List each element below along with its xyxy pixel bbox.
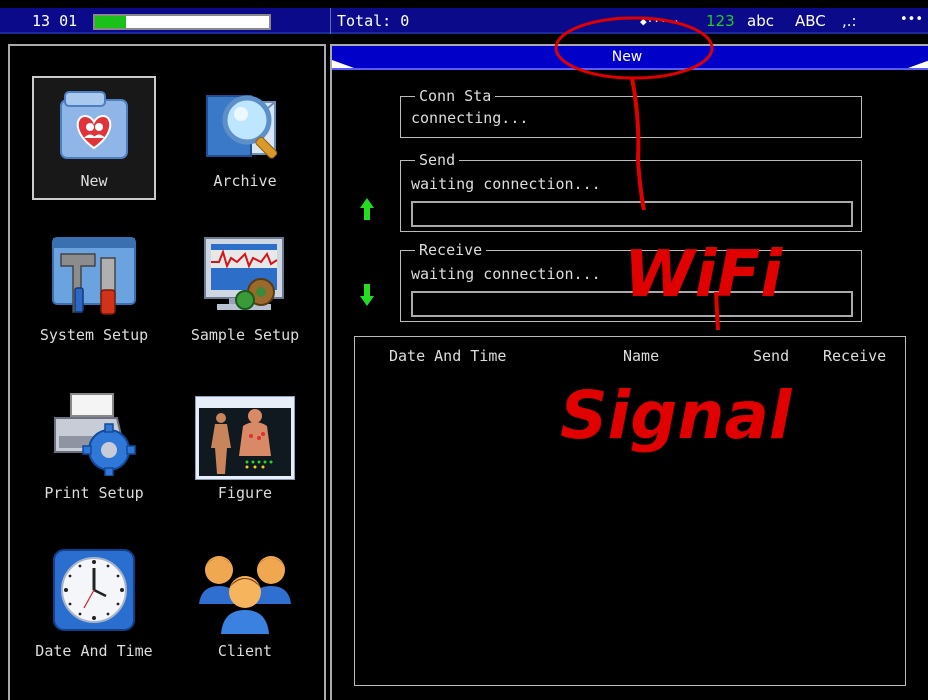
status-divider: [330, 8, 331, 34]
more-icon[interactable]: •••: [900, 12, 923, 27]
menu-item-label: Archive: [213, 172, 277, 190]
menu-item-new[interactable]: New: [24, 82, 164, 192]
menu-item-label: Print Setup: [44, 484, 144, 502]
printer-gear-icon: [51, 392, 137, 480]
title-corner-right: [908, 60, 928, 68]
status-bar: 13 01 Total: 0 ◆····· 123 abc ABC ,.: ••…: [0, 0, 928, 40]
menu-item-client[interactable]: Client: [175, 546, 315, 666]
clock-icon: [52, 548, 136, 636]
battery-fill: [95, 16, 127, 28]
receive-arrow-icon: [360, 284, 374, 306]
input-mode-ABC[interactable]: ABC: [795, 12, 826, 30]
menu-item-label: Figure: [217, 484, 273, 502]
column-header-name: Name: [623, 347, 660, 365]
main-menu-panel: New Archive System Setup Sample Setup Pr…: [8, 44, 326, 700]
clock-text: 13 01: [32, 12, 78, 30]
total-count: Total: 0: [337, 12, 410, 30]
battery-indicator: [93, 14, 271, 30]
panel-title: New: [611, 49, 643, 65]
users-group-icon: [197, 546, 293, 640]
receive-legend: Receive: [415, 241, 487, 259]
connection-panel: New Conn Sta connecting... Send waiting …: [330, 44, 928, 700]
receive-group: Receive waiting connection...: [400, 241, 862, 322]
menu-item-label: Client: [217, 642, 273, 660]
menu-item-label: System Setup: [39, 326, 149, 344]
connection-status-value: connecting...: [411, 109, 529, 127]
menu-item-date-and-time[interactable]: Date And Time: [24, 546, 164, 666]
send-legend: Send: [415, 151, 460, 169]
input-mode-123[interactable]: 123: [706, 12, 735, 30]
sample-setup-monitor-icon: [201, 236, 289, 322]
wifi-signal-icon: ◆·····: [640, 15, 680, 28]
menu-item-figure[interactable]: Figure: [175, 392, 315, 502]
receive-progress-bar: [411, 291, 853, 317]
send-status-value: waiting connection...: [411, 175, 601, 193]
receive-status-value: waiting connection...: [411, 265, 601, 283]
menu-item-archive[interactable]: Archive: [175, 82, 315, 192]
send-group: Send waiting connection...: [400, 151, 862, 232]
archive-search-icon: [203, 84, 287, 170]
input-mode-punct[interactable]: ,.:: [842, 12, 857, 30]
menu-item-sample-setup[interactable]: Sample Setup: [175, 234, 315, 344]
new-record-icon: [55, 86, 133, 168]
transfer-log-table: Date And Time Name Send Receive: [354, 336, 906, 686]
body-figure-icon: [194, 395, 296, 484]
menu-item-print-setup[interactable]: Print Setup: [24, 392, 164, 502]
menu-item-label: Date And Time: [35, 642, 153, 660]
panel-title-bar: New: [332, 46, 928, 70]
connection-status-legend: Conn Sta: [415, 87, 496, 105]
input-mode-abc[interactable]: abc: [747, 12, 774, 30]
menu-item-label: New: [80, 172, 108, 190]
column-header-send: Send: [753, 347, 790, 365]
send-progress-bar: [411, 201, 853, 227]
column-header-receive: Receive: [823, 347, 887, 365]
menu-item-label: Sample Setup: [190, 326, 300, 344]
system-setup-tools-icon: [51, 236, 137, 320]
column-header-date-and-time: Date And Time: [389, 347, 507, 365]
menu-item-system-setup[interactable]: System Setup: [24, 234, 164, 344]
send-arrow-icon: [360, 198, 374, 220]
connection-status-group: Conn Sta connecting...: [400, 87, 862, 138]
